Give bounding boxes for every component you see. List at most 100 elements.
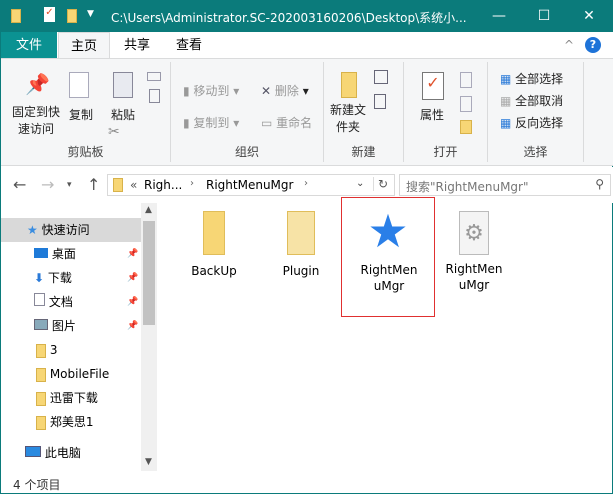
copy-button[interactable]: 复制 [69,106,93,123]
ribbon: 📌 固定到快速访问 复制 粘贴 ✂ 剪贴板 ▮ 移动到 ▾ ▮ 复制到 ▾ ✕ … [1,58,613,166]
clipboard-group: 📌 固定到快速访问 复制 粘贴 ✂ 剪贴板 [1,62,171,162]
file-name: RightMenuMgr [445,262,503,292]
up-button[interactable]: ↑ [87,175,100,194]
search-input[interactable]: 搜索"RightMenuMgr" ⚲ [399,174,611,196]
breadcrumb-separator[interactable]: › [304,178,308,189]
minimize-button[interactable]: — [484,5,514,27]
file-item[interactable]: BackUp [169,211,259,279]
scroll-up-button[interactable]: ▲ [145,205,152,215]
nav-label: MobileFile [49,367,110,381]
file-item[interactable]: Plugin [256,211,346,279]
easy-access-icon[interactable] [374,94,386,109]
pin-icon[interactable]: 📌 [127,290,138,314]
nav-item-downloads[interactable]: ⬇ 下载 📌 [1,266,141,290]
history-icon[interactable] [460,120,472,134]
pin-icon[interactable]: 📌 [127,314,138,338]
breadcrumb-separator[interactable]: › [190,178,194,189]
folder-icon [36,415,46,430]
nav-label: 3 [49,343,58,357]
close-button[interactable]: ✕ [574,5,604,27]
delete-label: 删除 [274,84,299,98]
select-none-button[interactable]: ▦ 全部取消 [500,92,563,109]
nav-item-desktop[interactable]: 桌面 📌 [1,242,141,266]
new-group-label: 新建 [351,145,376,159]
nav-item-pictures[interactable]: 图片 📌 [1,314,141,338]
back-button[interactable]: ← [13,175,26,194]
folder-icon [36,367,46,382]
nav-label: 快速访问 [41,223,90,237]
scroll-down-button[interactable]: ▼ [145,457,152,467]
document-icon [34,293,45,306]
search-icon[interactable]: ⚲ [595,177,604,191]
folder-icon [36,343,46,358]
copy-to-button[interactable]: ▮ 复制到 ▾ [183,114,239,131]
nav-item-folder[interactable]: 3 [1,338,141,362]
new-folder-button[interactable]: 新建文件夹 [330,102,366,136]
breadcrumb-item[interactable]: Righ... [144,178,182,192]
file-name: BackUp [191,264,237,278]
delete-button[interactable]: ✕ 删除 ▾ [261,82,309,99]
properties-button[interactable]: 属性 [420,106,444,123]
nav-item-documents[interactable]: 文档 📌 [1,290,141,314]
nav-item-folder[interactable]: MobileFile [1,362,141,386]
breadcrumb-overflow[interactable]: « [130,178,137,192]
cut-icon[interactable]: ✂ [108,124,120,140]
rename-button[interactable]: ▭ 重命名 [261,114,312,131]
tab-share[interactable]: 共享 [111,32,163,59]
nav-label: 桌面 [51,247,76,261]
address-dropdown-button[interactable]: ⌄ [356,178,364,189]
pin-icon: 📌 [25,72,50,96]
organize-group-label: 组织 [234,145,259,159]
organize-group: ▮ 移动到 ▾ ▮ 复制到 ▾ ✕ 删除 ▾ ▭ 重命名 组织 [171,62,324,162]
folder-icon [203,211,225,255]
nav-item-folder[interactable]: 郑美思1 [1,410,141,434]
copy-icon [69,72,89,98]
file-item-selected[interactable]: ★ RightMenuMgr [341,197,435,317]
folder-icon [113,178,123,192]
paste-shortcut-icon[interactable] [149,89,160,103]
new-item-icon[interactable] [374,70,388,84]
forward-button[interactable]: → [41,175,54,194]
edit-icon[interactable] [460,96,472,112]
scrollbar-thumb[interactable] [143,221,155,325]
invert-selection-label: 反向选择 [515,116,564,130]
open-group-label: 打开 [433,145,458,159]
nav-label: 郑美思1 [49,415,94,429]
ribbon-tabs: 文件 主页 共享 查看 ^ ? [1,32,613,59]
maximize-button[interactable]: ☐ [529,5,559,27]
breadcrumb-item[interactable]: RightMenuMgr [206,178,293,192]
address-input[interactable]: « Righ... › RightMenuMgr › ⌄ ↻ [107,174,395,196]
invert-selection-button[interactable]: ▦ 反向选择 [500,114,563,131]
config-file-icon: ⚙ [459,211,489,255]
pin-quick-access-button[interactable]: 固定到快速访问 [7,104,65,138]
nav-scrollbar[interactable]: ▲ ▼ [141,203,157,471]
refresh-button[interactable]: ↻ [373,177,388,191]
nav-this-pc[interactable]: 此电脑 [1,441,141,465]
tab-view[interactable]: 查看 [163,32,215,59]
pin-icon[interactable]: 📌 [127,266,138,290]
file-item[interactable]: ⚙ RightMenuMgr [429,211,519,293]
new-folder-qa-icon[interactable] [67,9,77,23]
properties-qa-icon[interactable]: ✓ [44,7,55,22]
help-icon[interactable]: ? [585,37,601,53]
select-all-label: 全部选择 [515,72,564,86]
open-group: ✓ 属性 打开 [404,62,488,162]
pin-icon[interactable]: 📌 [127,242,138,266]
move-to-button[interactable]: ▮ 移动到 ▾ [183,82,239,99]
address-bar-row: ← → ▾ ↑ « Righ... › RightMenuMgr › ⌄ ↻ 搜… [1,167,613,203]
file-name: RightMenuMgr [360,263,418,293]
collapse-ribbon-icon[interactable]: ^ [564,38,574,52]
tab-file[interactable]: 文件 [1,32,57,59]
star-app-icon: ★ [367,204,409,258]
qa-dropdown-icon[interactable]: ▼ [87,9,94,19]
nav-quick-access[interactable]: ★ 快速访问 [1,218,141,242]
select-all-button[interactable]: ▦ 全部选择 [500,70,563,87]
status-bar: 4 个项目 [1,473,613,495]
folder-icon [36,391,46,406]
copy-path-icon[interactable] [147,72,161,81]
nav-item-folder[interactable]: 迅雷下载 [1,386,141,410]
paste-button[interactable]: 粘贴 [111,106,135,123]
recent-locations-button[interactable]: ▾ [67,180,72,190]
open-icon[interactable] [460,72,472,88]
tab-home[interactable]: 主页 [58,32,110,59]
